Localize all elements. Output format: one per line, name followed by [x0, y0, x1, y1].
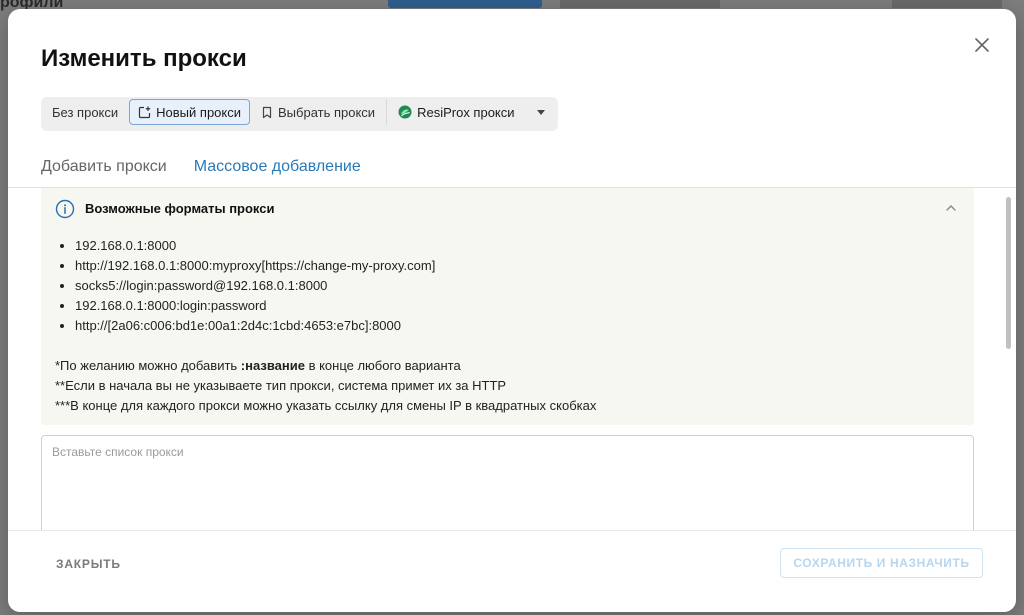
- edit-proxy-modal: Изменить прокси Без прокси Новый прокси: [8, 9, 1016, 612]
- caret-down-icon: [536, 109, 545, 115]
- note-1-prefix: *По желанию можно добавить: [55, 358, 241, 373]
- note-1-bold: :название: [240, 358, 305, 373]
- formats-list: 192.168.0.1:8000 http://192.168.0.1:8000…: [55, 236, 435, 336]
- collapse-panel-button[interactable]: [943, 200, 959, 216]
- mode-divider: [386, 99, 388, 125]
- mode-select-proxy-button[interactable]: Выбрать прокси: [252, 99, 384, 125]
- close-icon: [975, 38, 989, 52]
- background-create-button: [388, 0, 542, 8]
- info-icon: [55, 199, 75, 219]
- format-item: 192.168.0.1:8000: [75, 236, 435, 256]
- add-box-icon: [138, 106, 151, 119]
- mode-select-proxy-label: Выбрать прокси: [278, 104, 376, 120]
- format-item: http://[2a06:c006:bd1e:00a1:2d4c:1cbd:46…: [75, 316, 435, 336]
- note-default-http: **Если в начала вы не указываете тип про…: [55, 378, 507, 393]
- modal-title: Изменить прокси: [41, 45, 247, 72]
- formats-notes: *По желанию можно добавить :название в к…: [55, 356, 596, 416]
- mode-new-proxy-label: Новый прокси: [156, 104, 241, 120]
- proxy-formats-panel: Возможные форматы прокси 192.168.0.1:800…: [41, 188, 974, 425]
- content-scrollbar[interactable]: [1005, 195, 1013, 531]
- chevron-up-icon: [946, 205, 956, 211]
- background-toolbar-button: [560, 0, 720, 8]
- background-toolbar-button-right: [892, 0, 1002, 8]
- format-item: socks5://login:password@192.168.0.1:8000: [75, 276, 435, 296]
- format-item: 192.168.0.1:8000:login:password: [75, 296, 435, 316]
- proxy-list-input[interactable]: [41, 435, 974, 531]
- formats-panel-title: Возможные форматы прокси: [85, 201, 275, 216]
- mode-no-proxy-label: Без прокси: [52, 104, 119, 120]
- modal-close-button[interactable]: [970, 33, 994, 57]
- bookmark-icon: [261, 106, 273, 119]
- save-and-assign-button[interactable]: СОХРАНИТЬ И НАЗНАЧИТЬ: [780, 548, 983, 578]
- note-1-suffix: в конце любого варианта: [304, 358, 461, 373]
- close-button[interactable]: ЗАКРЫТЬ: [48, 549, 129, 579]
- proxy-mode-switch: Без прокси Новый прокси Выбрать прокси R…: [41, 97, 558, 131]
- format-item: http://192.168.0.1:8000:myproxy[https://…: [75, 256, 435, 276]
- mode-resiprox-label: ResiProx прокси: [417, 104, 515, 120]
- modal-content: Возможные форматы прокси 192.168.0.1:800…: [8, 188, 1016, 531]
- footer-divider: [8, 530, 1016, 531]
- mode-more-dropdown[interactable]: [526, 99, 556, 125]
- resiprox-logo-icon: [398, 105, 412, 119]
- note-name-suffix: *По желанию можно добавить :название в к…: [55, 356, 596, 376]
- scrollbar-thumb[interactable]: [1006, 197, 1011, 349]
- mode-new-proxy-button[interactable]: Новый прокси: [129, 99, 250, 125]
- mode-resiprox-button[interactable]: ResiProx прокси: [389, 99, 523, 125]
- note-change-ip-link: ***В конце для каждого прокси можно указ…: [55, 398, 597, 413]
- mode-no-proxy-button[interactable]: Без прокси: [43, 99, 127, 125]
